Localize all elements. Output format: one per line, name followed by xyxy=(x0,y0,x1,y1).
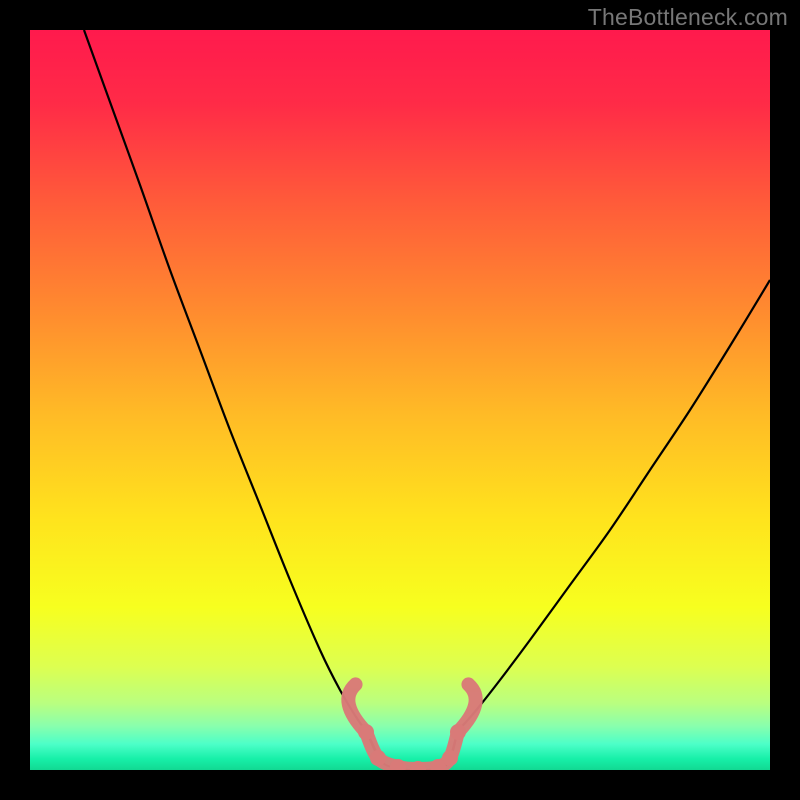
watermark-text: TheBottleneck.com xyxy=(588,4,788,31)
plot-area xyxy=(30,30,770,770)
outer-frame: TheBottleneck.com xyxy=(0,0,800,800)
marker-point xyxy=(450,724,466,740)
plot-svg xyxy=(30,30,770,770)
marker-point xyxy=(442,750,458,766)
marker-point xyxy=(358,724,374,740)
gradient-background xyxy=(30,30,770,770)
marker-point xyxy=(370,750,386,766)
